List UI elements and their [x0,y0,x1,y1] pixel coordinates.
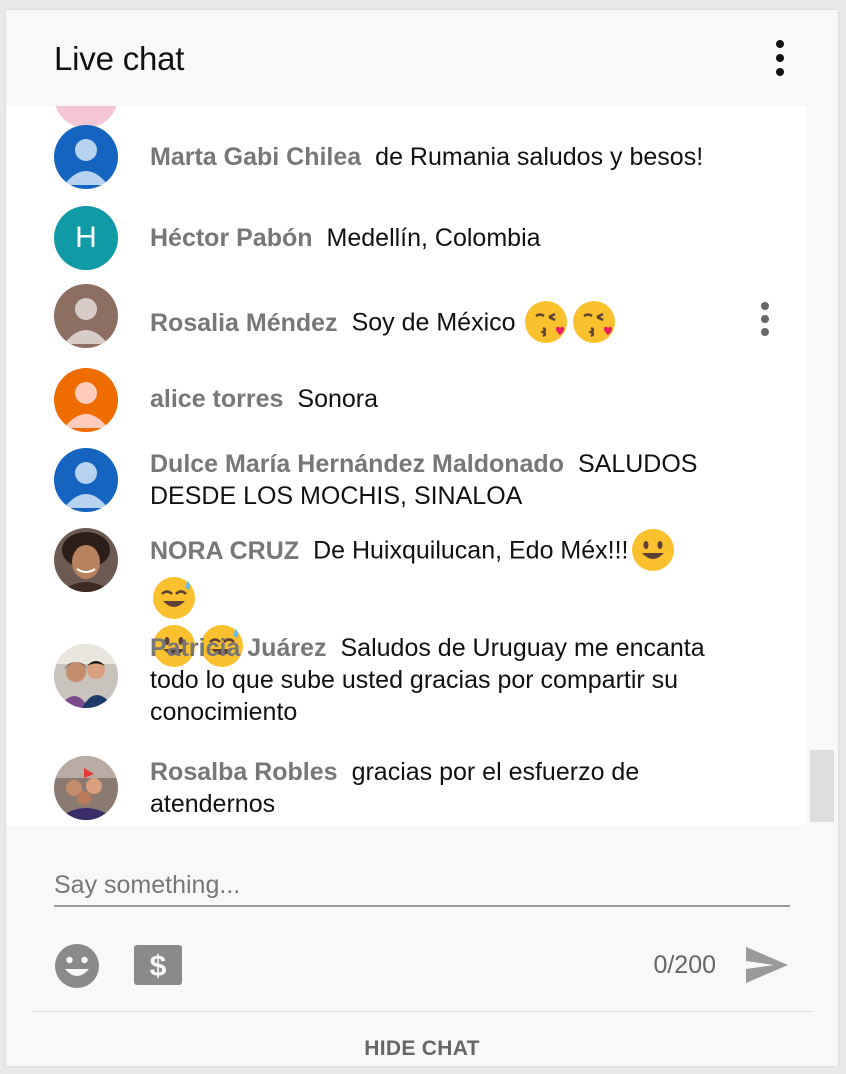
kissing-heart-emoji [573,301,616,343]
author-name[interactable]: Héctor Pabón [150,224,313,252]
smile-emoji [631,529,674,571]
svg-text:$: $ [150,950,167,983]
message-text: de Rumania saludos y besos! [375,143,704,171]
scrollbar-thumb[interactable] [810,750,834,822]
avatar [54,448,118,512]
list-item-partial [6,106,806,128]
more-vert-icon[interactable] [768,40,792,76]
character-counter: 0/200 [653,951,716,979]
message-body: Marta Gabi Chilea de Rumania saludos y be… [150,141,710,173]
live-chat-panel: Live chat Marta Gabi Chilea de Rumania sa… [6,10,838,1066]
avatar: H [54,206,118,270]
chat-message-input[interactable] [54,865,790,907]
avatar [54,644,118,708]
author-name[interactable]: alice torres [150,385,283,413]
avatar [54,125,118,189]
author-name[interactable]: NORA CRUZ [150,537,299,565]
scrollbar-track[interactable] [806,106,838,825]
avatar [54,368,118,432]
sweat-smile-emoji [153,577,195,619]
author-name[interactable]: Rosalba Robles [150,758,338,786]
list-item: NORA CRUZ De Huixquilucan, Edo Méx!!! [6,528,806,667]
list-item: Marta Gabi Chilea de Rumania saludos y be… [6,125,806,197]
message-menu-icon[interactable] [760,302,770,336]
message-text: Soy de México [351,308,516,337]
dollar-icon[interactable]: $ [134,945,182,985]
hide-chat-button[interactable]: HIDE CHAT [6,1021,838,1066]
list-item: alice torres Sonora [6,368,806,440]
avatar [54,528,118,592]
message-text: Medellín, Colombia [326,224,541,252]
message-body: alice torres Sonora [150,383,710,415]
message-text: De Huixquilucan, Edo Méx!!! [313,536,629,565]
list-item: Dulce María Hernández Maldonado SALUDOS D… [6,448,806,528]
emoji-smile-icon[interactable] [54,943,100,989]
list-item: Rosalba Robles gracias por el esfuerzo de… [6,756,806,825]
avatar [54,284,118,348]
divider [32,1011,812,1012]
page-title: Live chat [54,40,185,77]
avatar [54,756,118,820]
kissing-heart-emoji [525,301,568,343]
message-body: Patricia Juárez Saludos de Uruguay me enc… [150,632,710,728]
message-body: Rosalia Méndez Soy de México [150,300,710,348]
message-list[interactable]: Marta Gabi Chilea de Rumania saludos y be… [6,106,806,825]
author-name[interactable]: Rosalia Méndez [150,309,338,337]
send-icon[interactable] [744,945,790,985]
chat-input-area: $ 0/200 HIDE CHAT [6,825,838,1066]
list-item: H Héctor Pabón Medellín, Colombia [6,206,806,278]
message-body: Héctor Pabón Medellín, Colombia [150,222,710,254]
message-body: Dulce María Hernández Maldonado SALUDOS D… [150,448,710,512]
list-item: Patricia Juárez Saludos de Uruguay me enc… [6,632,806,736]
author-name[interactable]: Marta Gabi Chilea [150,143,361,171]
avatar-initial: H [75,221,97,254]
message-text: Sonora [297,385,379,413]
author-name[interactable]: Dulce María Hernández Maldonado [150,450,564,478]
message-body: Rosalba Robles gracias por el esfuerzo de… [150,756,710,820]
list-item: Rosalia Méndez Soy de México [6,284,806,364]
chat-header: Live chat [6,10,838,106]
author-name[interactable]: Patricia Juárez [150,634,327,662]
